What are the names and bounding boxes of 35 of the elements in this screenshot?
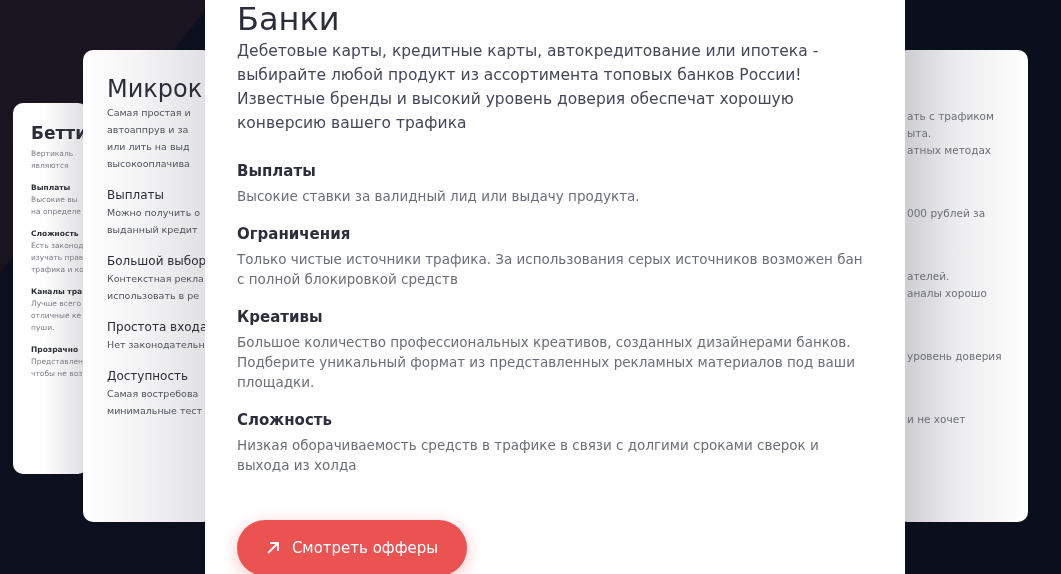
section-text: Только чистые источники трафика. За использования серых источников возможен бан с полной блокировкой средств: [237, 250, 864, 289]
card-title: Микрок: [107, 74, 204, 104]
card-text: выданный кредит: [107, 223, 199, 237]
card-text: атных методах: [907, 143, 993, 158]
card-text: Самая простая и: [107, 106, 192, 120]
section-text: Большое количество профессиональных креативов, созданных дизайнерами банков. Подберите уникальный формат из представленных рекламных материалов под ваши площадки.: [237, 333, 856, 392]
card-text: 000 рублей за: [907, 206, 987, 221]
arrow-icon: [265, 541, 280, 555]
section-text: Низкая оборачиваемость средств в трафике в связи с долгими сроками сверок и выхода из холда: [237, 436, 820, 475]
card-text: высокооплачива: [107, 157, 191, 171]
section-text: Высокие ставки за валидный лид или выдачу продукта.: [237, 187, 641, 206]
card-text: Самая востребова: [107, 387, 200, 401]
card-text: ателей.: [907, 269, 951, 284]
card-title: Банки: [237, 0, 341, 39]
card-text: автоаппрув и за: [107, 123, 190, 137]
section-heading: Выплаты: [237, 161, 317, 182]
card-description: Дебетовые карты, кредитные карты, автокредитование или ипотека - выбирайте любой продукт из ассортимента топовых банков России! Известные бренды и высокий уровень доверия обеспечат хорошую конверсию вашего трафика: [237, 41, 820, 134]
view-offers-button[interactable]: Смотреть офферы: [237, 520, 467, 574]
section-heading: Креативы: [237, 307, 324, 328]
card-text: аналы хорошо: [907, 286, 988, 301]
card-text: ать с трафиком: [907, 109, 995, 124]
card-text: использовать в ре: [107, 289, 201, 303]
card-text: Можно получить о: [107, 206, 202, 220]
card-text: Контекстная рекла: [107, 272, 205, 286]
card-text: ыта.: [907, 126, 933, 141]
section-heading: Большой выбор: [107, 253, 208, 270]
card-text: уровень доверия: [907, 349, 1003, 364]
card-text: Нет законодательн: [107, 338, 206, 352]
card-text: или лить на выд: [107, 140, 191, 154]
section-heading: Сложность: [237, 410, 333, 431]
card-text: минимальные тест: [107, 404, 204, 418]
card-text: и не хочет: [907, 412, 967, 427]
section-heading: Ограничения: [237, 224, 352, 245]
section-heading: Выплаты: [107, 187, 166, 204]
section-heading: Доступность: [107, 368, 190, 385]
